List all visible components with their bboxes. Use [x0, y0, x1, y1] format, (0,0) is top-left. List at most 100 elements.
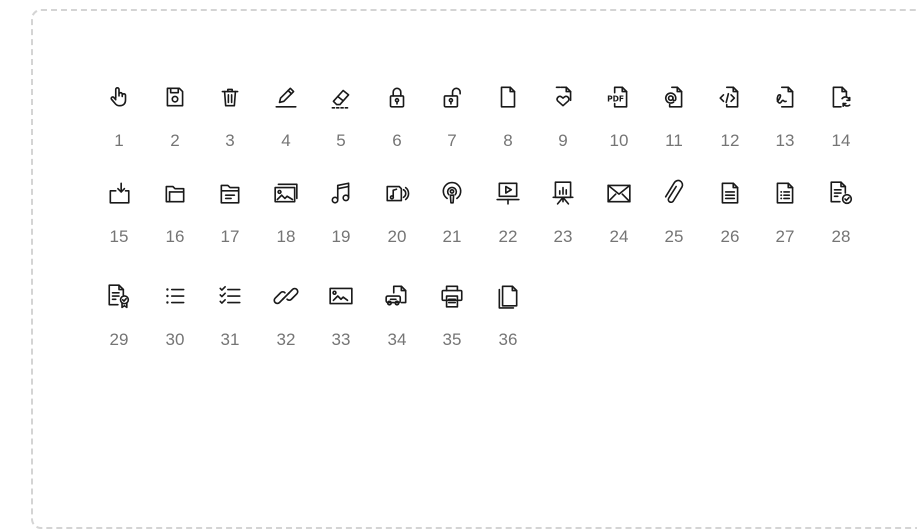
file-signature-icon [772, 84, 798, 110]
icon-cell-28[interactable]: 28 [816, 180, 866, 260]
icon-cell-9[interactable]: 9 [538, 84, 588, 164]
icon-cell-11[interactable]: 11 [649, 84, 699, 164]
paperclip-icon [661, 179, 687, 206]
icon-cell-16[interactable]: 16 [150, 180, 200, 260]
icon-cell-4[interactable]: 4 [261, 84, 311, 164]
trash-icon [217, 84, 243, 110]
icon-cell-14[interactable]: 14 [816, 84, 866, 164]
icon-cell-21[interactable]: 21 [427, 180, 477, 260]
document-icon [717, 180, 743, 206]
icon-number: 31 [220, 330, 240, 349]
icon-cell-31[interactable]: 31 [205, 283, 255, 363]
eraser-icon [328, 84, 354, 110]
icon-number: 36 [498, 330, 518, 349]
icon-number: 3 [225, 131, 235, 150]
icon-number: 14 [831, 131, 851, 150]
icon-number: 10 [609, 131, 629, 150]
icon-cell-36[interactable]: 36 [483, 283, 533, 363]
copy-files-icon [495, 283, 521, 309]
icon-cell-30[interactable]: 30 [150, 283, 200, 363]
icon-cell-5[interactable]: 5 [316, 84, 366, 164]
blank-file-icon [495, 84, 521, 110]
video-presentation-icon [495, 180, 521, 206]
icon-number: 19 [331, 227, 351, 246]
icon-number: 8 [503, 131, 513, 150]
icon-cell-27[interactable]: 27 [760, 180, 810, 260]
hand-pointer-icon [106, 84, 132, 110]
icon-cell-13[interactable]: 13 [760, 84, 810, 164]
icon-number: 35 [442, 330, 462, 349]
icon-number: 2 [170, 131, 180, 150]
icon-cell-26[interactable]: 26 [705, 180, 755, 260]
icon-number: 16 [165, 227, 185, 246]
icon-cell-24[interactable]: 24 [594, 180, 644, 260]
bullet-list-icon [162, 283, 188, 309]
lock-icon [384, 84, 410, 110]
icon-cell-19[interactable]: 19 [316, 180, 366, 260]
icon-grid: 1 2 3 4 5 6 7 8 9 PDF 10 11 12 13 14 15 … [0, 0, 917, 520]
floppy-disk-icon [162, 84, 188, 110]
icon-number: 23 [553, 227, 573, 246]
chart-presentation-icon [550, 180, 576, 206]
icon-number: 28 [831, 227, 851, 246]
link-icon [273, 283, 299, 309]
folder-download-icon [106, 180, 132, 206]
icon-cell-25[interactable]: 25 [649, 179, 699, 260]
audio-file-icon [384, 180, 410, 206]
file-sync-icon [828, 84, 854, 110]
icon-number: 24 [609, 227, 629, 246]
icon-number: 20 [387, 227, 407, 246]
icon-number: 27 [775, 227, 795, 246]
icon-cell-23[interactable]: 23 [538, 180, 588, 260]
icon-cell-29[interactable]: 29 [94, 283, 144, 363]
icon-cell-18[interactable]: 18 [261, 180, 311, 260]
folder-icon [162, 180, 188, 206]
document-list-icon [772, 180, 798, 206]
icon-cell-32[interactable]: 32 [261, 283, 311, 363]
icon-cell-22[interactable]: 22 [483, 180, 533, 260]
icon-number: 13 [775, 131, 795, 150]
icon-cell-15[interactable]: 15 [94, 180, 144, 260]
icon-cell-3[interactable]: 3 [205, 84, 255, 164]
icon-cell-17[interactable]: 17 [205, 180, 255, 260]
pencil-icon [273, 84, 299, 110]
pdf-label: PDF [607, 94, 624, 103]
icon-number: 6 [392, 131, 402, 150]
icon-cell-12[interactable]: 12 [705, 84, 755, 164]
code-file-icon [717, 84, 743, 110]
icon-cell-10[interactable]: PDF 10 [594, 84, 644, 164]
icon-number: 1 [114, 131, 124, 150]
podcast-icon [439, 180, 465, 206]
music-note-icon [328, 180, 354, 206]
icon-number: 33 [331, 330, 351, 349]
unlock-icon [439, 84, 465, 110]
icon-number: 12 [720, 131, 740, 150]
icon-number: 32 [276, 330, 296, 349]
icon-number: 5 [336, 131, 346, 150]
image-gallery-icon [273, 180, 299, 206]
printer-icon [439, 283, 465, 309]
icon-cell-34[interactable]: 34 [372, 283, 422, 363]
icon-number: 7 [447, 131, 457, 150]
icon-number: 4 [281, 131, 291, 150]
pdf-file-icon: PDF [606, 84, 632, 110]
icon-cell-2[interactable]: 2 [150, 84, 200, 164]
icon-cell-6[interactable]: 6 [372, 84, 422, 164]
icon-number: 15 [109, 227, 129, 246]
icon-cell-7[interactable]: 7 [427, 84, 477, 164]
icon-number: 17 [220, 227, 240, 246]
icon-number: 21 [442, 227, 462, 246]
checklist-icon [217, 283, 243, 309]
icon-number: 30 [165, 330, 185, 349]
icon-cell-33[interactable]: 33 [316, 283, 366, 363]
icon-number: 11 [665, 131, 683, 150]
icon-cell-20[interactable]: 20 [372, 180, 422, 260]
file-at-icon [661, 84, 687, 110]
icon-number: 34 [387, 330, 407, 349]
icon-number: 25 [664, 227, 684, 246]
icon-number: 18 [276, 227, 296, 246]
icon-cell-35[interactable]: 35 [427, 283, 477, 363]
icon-cell-8[interactable]: 8 [483, 84, 533, 164]
icon-number: 9 [558, 131, 568, 150]
icon-cell-1[interactable]: 1 [94, 84, 144, 164]
